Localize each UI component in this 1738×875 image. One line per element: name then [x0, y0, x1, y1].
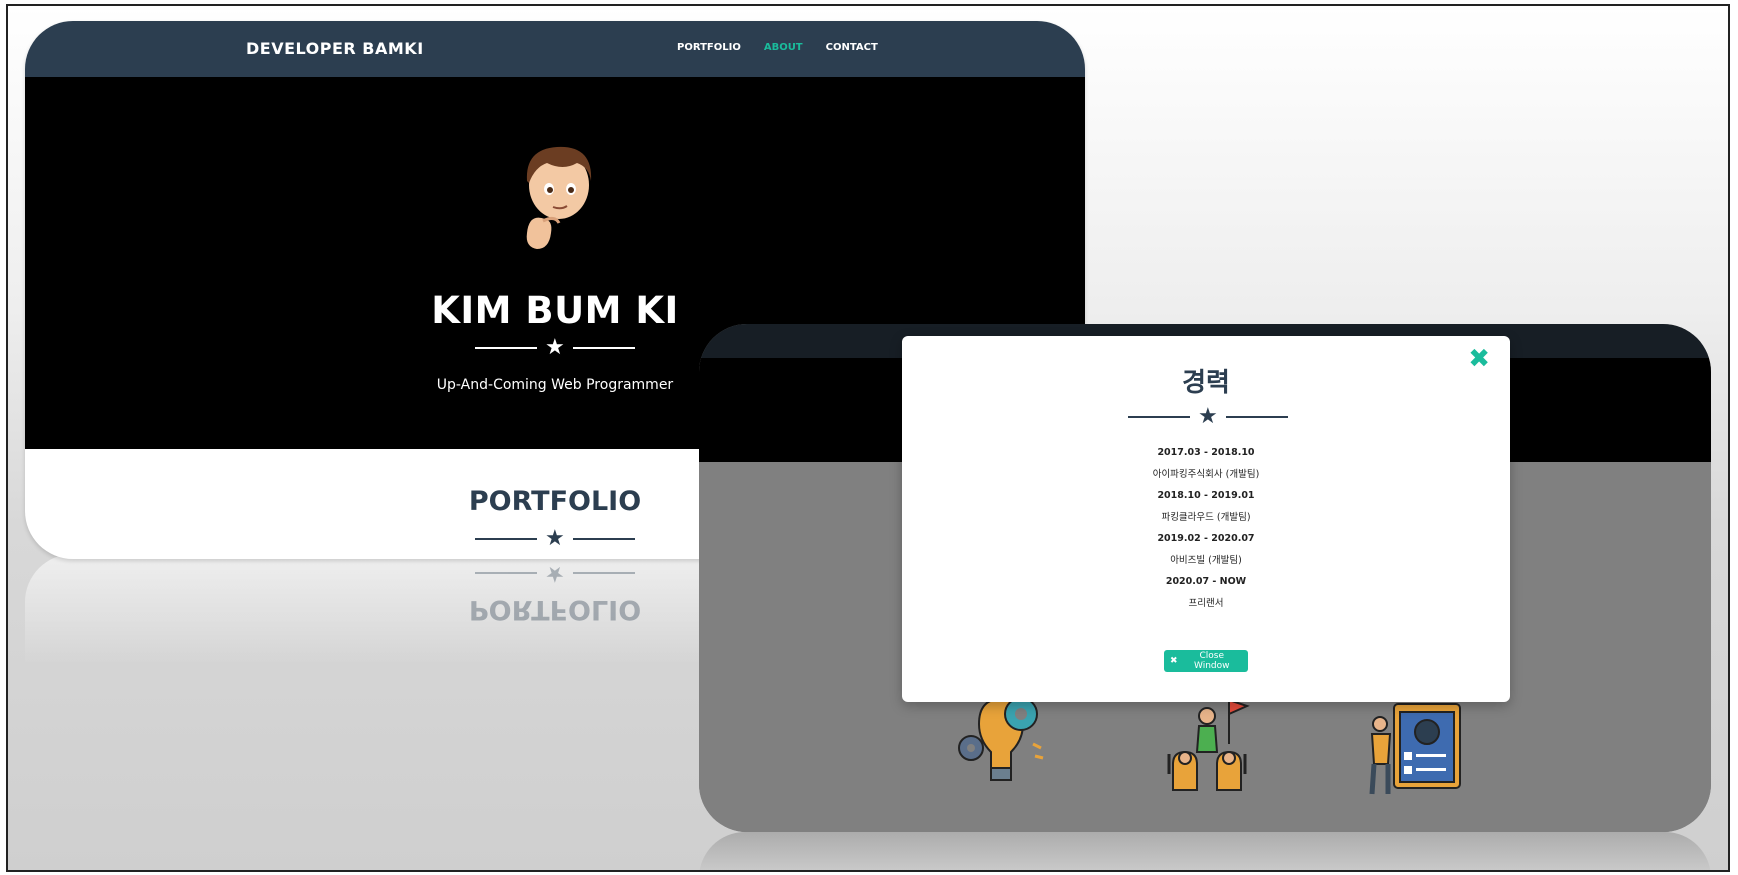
career-company: 파킹클라우드 (개발팀) — [1161, 511, 1251, 523]
star-icon: ★ — [1198, 404, 1218, 429]
hero-divider: ★ — [475, 337, 635, 359]
brand-logo[interactable]: DEVELOPER BAMKI — [246, 39, 424, 58]
career-period: 2019.02 - 2020.07 — [1157, 533, 1255, 544]
career-company: 아이파킹주식회사 (개발팀) — [1152, 468, 1260, 480]
window-2-reflection — [699, 832, 1711, 870]
team-flag-illustration[interactable] — [1159, 694, 1259, 804]
memoji-avatar — [526, 146, 592, 249]
modal-title: 경력 — [1182, 368, 1230, 398]
reflection-divider: ★ — [475, 561, 635, 586]
clipboard-presenter-illustration[interactable] — [1364, 694, 1464, 804]
nav-link-about[interactable]: ABOUT — [764, 42, 803, 53]
portfolio-divider: ★ — [475, 528, 635, 550]
nav-links: PORTFOLIO ABOUT CONTACT — [677, 42, 878, 53]
career-period: 2017.03 - 2018.10 — [1157, 447, 1255, 458]
career-period: 2018.10 - 2019.01 — [1157, 490, 1255, 501]
star-icon: ★ — [545, 526, 565, 551]
career-modal: ✖ 경력 ★ 2017.03 - 2018.10 아이파킹주식회사 (개발팀) … — [902, 336, 1510, 702]
career-list: 2017.03 - 2018.10 아이파킹주식회사 (개발팀) 2018.10… — [902, 442, 1510, 614]
nav-link-contact[interactable]: CONTACT — [826, 42, 878, 53]
star-icon: ★ — [545, 335, 565, 360]
modal-divider: ★ — [1128, 406, 1288, 428]
lightbulb-gears-illustration[interactable] — [949, 694, 1049, 804]
close-window-label: Close Window — [1194, 651, 1230, 671]
career-period: 2020.07 - NOW — [1165, 576, 1247, 587]
career-company: 아비즈빌 (개발팀) — [1170, 554, 1242, 566]
close-window-button[interactable]: ✖ Close Window — [1164, 650, 1248, 672]
top-navbar: DEVELOPER BAMKI PORTFOLIO ABOUT CONTACT — [25, 21, 1085, 77]
nav-link-portfolio[interactable]: PORTFOLIO — [677, 42, 741, 53]
screenshot-canvas: ★ PORTFOLIO DEVELOPER BAMKI PORTFOLIO AB… — [6, 4, 1730, 872]
career-company: 프리랜서 — [1188, 597, 1224, 609]
times-icon: ✖ — [1170, 656, 1178, 666]
